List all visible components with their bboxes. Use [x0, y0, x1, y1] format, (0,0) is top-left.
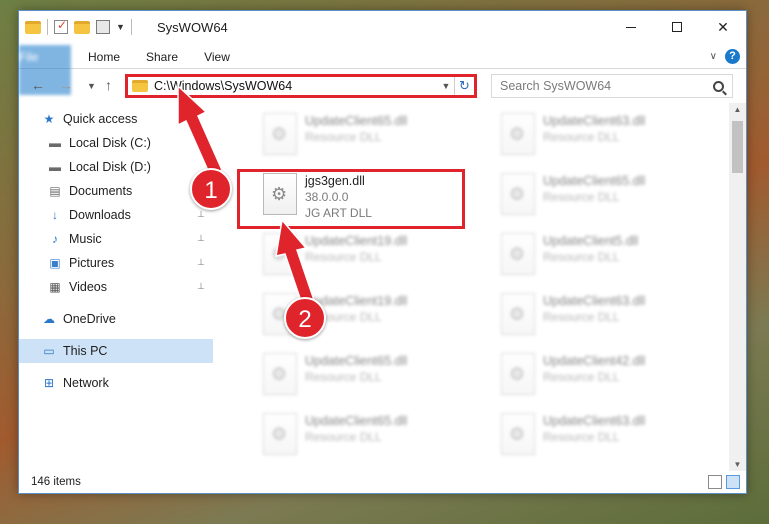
arrow-to-address-bar	[177, 84, 223, 176]
arrow-to-file	[275, 218, 315, 305]
step-1-badge: 1	[190, 168, 232, 210]
step-2-badge: 2	[284, 297, 326, 339]
annotation-arrows	[177, 84, 315, 305]
